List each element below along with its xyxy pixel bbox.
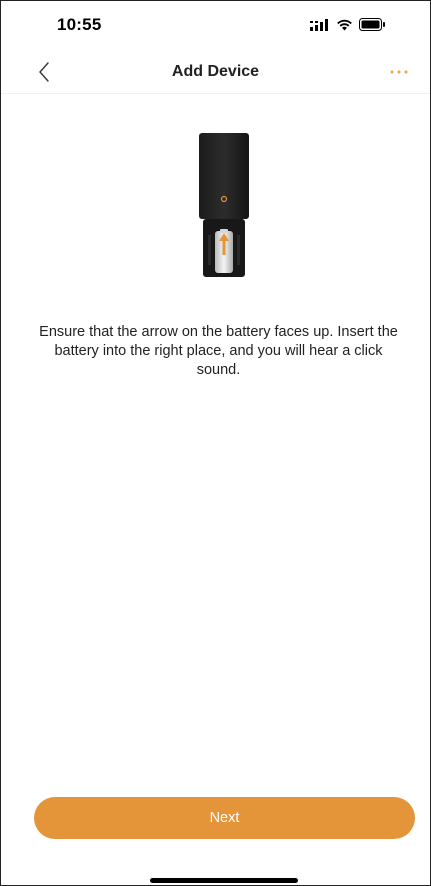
device-battery-illustration: [193, 131, 253, 281]
status-icons: [310, 18, 386, 36]
more-dots-icon: [390, 70, 408, 74]
battery-icon: [359, 18, 386, 36]
instruction-text: Ensure that the arrow on the battery fac…: [39, 324, 398, 378]
home-indicator: [150, 878, 298, 883]
status-bar: 10:55: [1, 1, 430, 49]
more-button[interactable]: [384, 57, 414, 87]
nav-bar: Add Device: [1, 51, 430, 94]
page-title: Add Device: [171, 63, 260, 80]
status-time: 10:55: [57, 15, 102, 34]
app-screen: 10:55 Add Device Ensure that the arrow o…: [0, 0, 431, 886]
wifi-icon: [336, 18, 353, 36]
next-button[interactable]: Next: [34, 797, 415, 839]
cellular-signal-icon: [310, 18, 330, 36]
